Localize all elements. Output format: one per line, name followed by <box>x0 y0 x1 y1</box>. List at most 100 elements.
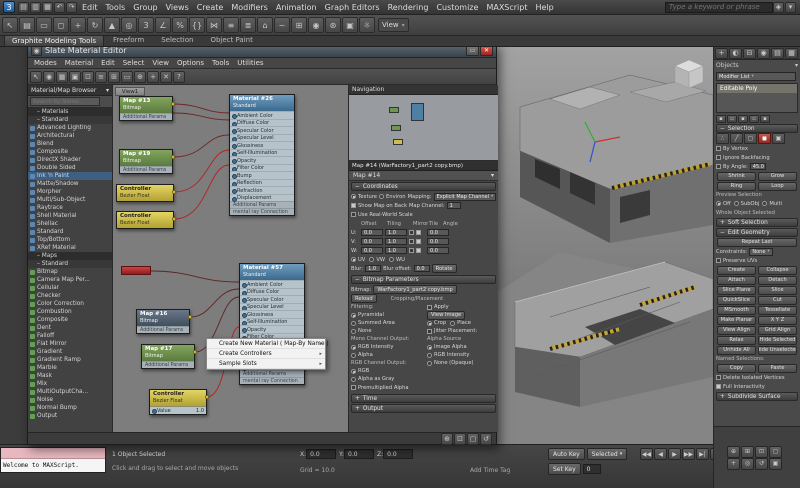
slate-menu-item[interactable]: Material <box>61 59 97 67</box>
browser-list-item[interactable]: XRef Material <box>28 244 112 252</box>
delete-selected-icon[interactable]: ✕ <box>160 71 172 83</box>
output-socket[interactable] <box>171 155 175 159</box>
layout-children-icon[interactable]: ⊞ <box>108 71 120 83</box>
modifier-stack[interactable]: Editable Poly <box>716 83 798 113</box>
rollout-time[interactable]: +Time <box>351 394 496 403</box>
y-coordinate-field[interactable]: 0.0 <box>344 449 374 459</box>
filter-option[interactable]: Summed Area <box>351 319 427 327</box>
field-of-view-icon[interactable]: ◎ <box>741 458 754 470</box>
x-coordinate-field[interactable]: 0.0 <box>306 449 336 459</box>
browser-list-item[interactable]: Marble <box>28 364 112 372</box>
browser-list-item[interactable]: Composite <box>28 316 112 324</box>
edit-geometry-button[interactable]: X Y Z <box>758 316 797 325</box>
browser-list-item[interactable]: Mask <box>28 372 112 380</box>
delete-isolated-checkbox[interactable] <box>716 375 721 380</box>
browser-list-item[interactable]: MultiOutputCha... <box>28 388 112 396</box>
preview-selection-option[interactable]: SubObj <box>734 201 760 207</box>
apply-checkbox[interactable] <box>427 305 432 310</box>
select-scale-icon[interactable]: ▲ <box>104 17 120 33</box>
slate-pan-icon[interactable]: ↺ <box>480 433 492 445</box>
edit-geometry-button[interactable]: MSmooth <box>717 306 756 315</box>
zoom-icon[interactable]: ⊕ <box>727 446 740 458</box>
mirror-icon[interactable]: ⋈ <box>206 17 222 33</box>
close-window-icon[interactable]: ✕ <box>480 46 493 56</box>
material-slot[interactable]: Reflection <box>230 179 294 187</box>
material-slot[interactable]: Specular Color <box>240 295 304 303</box>
alpha-source-option[interactable]: RGB Intensity <box>427 351 496 359</box>
named-selection-button[interactable]: Paste <box>758 364 797 373</box>
redo-icon[interactable]: ↷ <box>66 2 77 13</box>
browser-list-item[interactable]: Architectural <box>28 132 112 140</box>
bitmap-node[interactable]: Map #13Bitmap Additional Params <box>119 96 173 121</box>
modifier-list-dropdown[interactable]: Modifier List <box>716 72 796 81</box>
node-view[interactable]: View1 Map #13Bitmap Additional Params Ma… <box>113 85 348 432</box>
context-menu-item[interactable]: Create Controllers <box>207 349 325 359</box>
add-time-tag[interactable]: Add Time Tag <box>470 467 510 474</box>
browser-list-item[interactable]: Noise <box>28 396 112 404</box>
snap-toggle-icon[interactable]: 3 <box>138 17 154 33</box>
slate-zoom-region-icon[interactable]: ▢ <box>467 433 479 445</box>
select-rotate-icon[interactable]: ↻ <box>87 17 103 33</box>
menu-item[interactable]: Edit <box>78 3 102 12</box>
preview-selection-option[interactable]: Off <box>716 201 731 207</box>
rgb-output-option[interactable]: Alpha as Gray <box>351 375 427 383</box>
manage-layers-icon[interactable]: ≣ <box>240 17 256 33</box>
menu-item[interactable]: Customize <box>432 3 482 12</box>
browser-list-item[interactable]: Ink 'n Paint <box>28 172 112 180</box>
use-pivot-center-icon[interactable]: ◎ <box>121 17 137 33</box>
ribbon-tab[interactable]: Graphite Modeling Tools <box>4 35 104 46</box>
reload-button[interactable]: Reload <box>351 294 377 303</box>
by-angle-checkbox[interactable] <box>716 164 721 169</box>
mirror-checkbox[interactable] <box>409 248 414 253</box>
angle-field[interactable]: 0.0 <box>427 229 449 236</box>
browser-list-item[interactable]: Raytrace <box>28 204 112 212</box>
parameter-subtitle[interactable]: Map #14▾ <box>349 171 498 181</box>
edit-geometry-button[interactable]: Unhide All <box>717 346 756 355</box>
auto-key-button[interactable]: Auto Key <box>548 448 585 460</box>
render-setup-icon[interactable]: ⊛ <box>325 17 341 33</box>
material-slot[interactable]: Glossiness <box>240 310 304 318</box>
show-map-in-viewport-icon[interactable]: ▣ <box>69 71 81 83</box>
previous-frame-icon[interactable]: ◀ <box>654 448 667 460</box>
ribbon-tab[interactable]: Object Paint <box>202 34 260 46</box>
browser-list-item[interactable]: Dent <box>28 324 112 332</box>
named-selection-button[interactable]: Copy <box>717 364 756 373</box>
rotate-button[interactable]: Rotate <box>432 264 457 273</box>
tiling-field[interactable]: 1.0 <box>385 229 407 236</box>
zoom-tool-icon[interactable]: ⊕ <box>134 71 146 83</box>
configure-modifier-sets-icon[interactable]: ▪ <box>760 115 770 123</box>
browser-list-item[interactable]: Double Sided <box>28 164 112 172</box>
material-slot[interactable]: Displacement <box>230 194 294 202</box>
ignore-backfacing-checkbox[interactable] <box>716 155 721 160</box>
reference-coordinate-dropdown[interactable]: View <box>378 18 409 32</box>
browser-list-item[interactable]: Shell Material <box>28 212 112 220</box>
material-slot[interactable]: Bump <box>230 171 294 179</box>
zoom-extents-icon[interactable]: ⊡ <box>755 446 768 458</box>
key-mode-dropdown[interactable]: Selected▾ <box>587 448 628 460</box>
slate-menu-item[interactable]: Edit <box>97 59 119 67</box>
blur-offset-field[interactable]: 0.0 <box>414 265 430 272</box>
border-mode-icon[interactable]: ▢ <box>744 133 757 144</box>
browser-list-item[interactable]: Camera Map Per... <box>28 276 112 284</box>
select-by-name-icon[interactable]: ▤ <box>19 17 35 33</box>
rollout-edit-geometry[interactable]: −Edit Geometry <box>716 228 798 237</box>
polygon-mode-icon[interactable]: ◼ <box>758 133 771 144</box>
browser-list-item[interactable]: Standard <box>28 228 112 236</box>
macro-recorder-line[interactable] <box>1 448 105 459</box>
menu-item[interactable]: Rendering <box>384 3 433 12</box>
menu-item[interactable]: Animation <box>272 3 321 12</box>
mono-output-option[interactable]: RGB Intensity <box>351 343 427 351</box>
material-node[interactable]: Material #26Standard Ambient ColorDiffus… <box>229 94 295 216</box>
communication-center-icon[interactable]: ◈ <box>773 2 784 13</box>
menu-item[interactable]: Views <box>162 3 193 12</box>
go-to-end-icon[interactable]: ▶| <box>696 448 709 460</box>
browser-list-item[interactable]: Blend <box>28 140 112 148</box>
slate-menu-item[interactable]: Tools <box>208 59 233 67</box>
offset-field[interactable]: 0.0 <box>361 238 383 245</box>
go-to-start-icon[interactable]: ◀◀ <box>640 448 653 460</box>
rgb-output-option[interactable]: RGB <box>351 367 427 375</box>
bitmap-node[interactable]: Map #19Bitmap Additional Params <box>119 149 173 174</box>
slate-menu-item[interactable]: Utilities <box>233 59 267 67</box>
environ-radio[interactable] <box>379 194 384 199</box>
ribbon-tab[interactable]: Selection <box>153 34 201 46</box>
